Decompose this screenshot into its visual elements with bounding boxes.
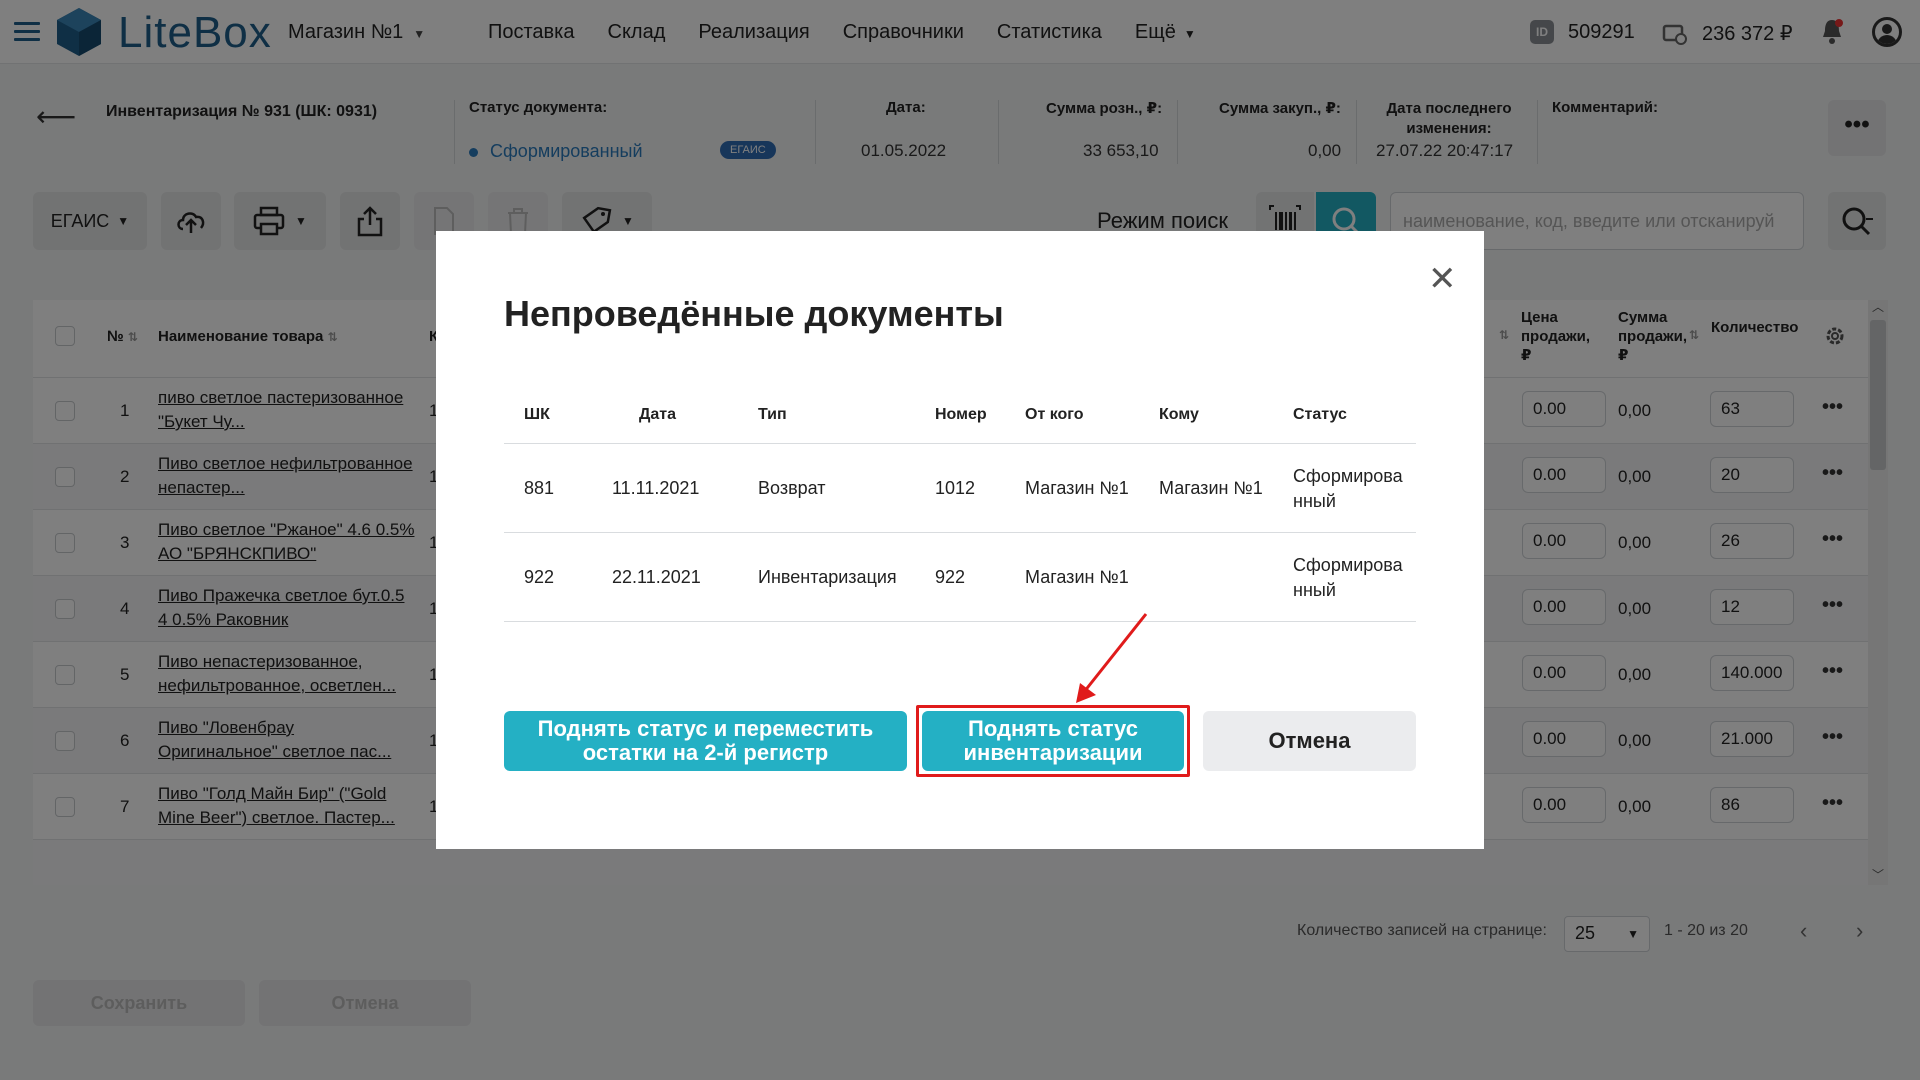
modal-header-shk: ШК — [524, 406, 550, 423]
highlight-box — [916, 705, 1190, 777]
button-label-line: остатки на 2-й регистр — [582, 740, 829, 765]
close-icon[interactable]: ✕ — [1428, 259, 1457, 299]
modal-cancel-button[interactable]: Отмена — [1203, 711, 1416, 771]
divider — [504, 532, 1416, 533]
doc-status-line: Сформирова — [1293, 466, 1403, 486]
doc-from: Магазин №1 — [1025, 478, 1129, 498]
doc-number: 1012 — [935, 478, 976, 498]
doc-to: Магазин №1 — [1159, 478, 1263, 498]
doc-status: Сформирова нный — [1293, 553, 1403, 603]
unposted-documents-modal: Непроведённые документы ✕ ШК Дата Тип Но… — [436, 231, 1484, 849]
modal-header-status: Статус — [1293, 406, 1347, 423]
doc-date: 22.11.2021 — [612, 567, 701, 587]
doc-shk: 881 — [524, 478, 555, 498]
modal-header-from: От кого — [1025, 406, 1084, 423]
doc-type: Инвентаризация — [758, 567, 897, 587]
modal-header-date: Дата — [639, 406, 677, 423]
doc-status-line: нный — [1293, 580, 1336, 600]
modal-title: Непроведённые документы — [504, 293, 1004, 334]
doc-date: 11.11.2021 — [612, 478, 700, 498]
doc-from: Магазин №1 — [1025, 567, 1129, 587]
divider — [504, 621, 1416, 622]
divider — [504, 443, 1416, 444]
doc-status-line: Сформирова — [1293, 555, 1403, 575]
doc-number: 922 — [935, 567, 966, 587]
button-label-line: Поднять статус и переместить — [537, 716, 874, 741]
doc-shk: 922 — [524, 567, 555, 587]
modal-header-to: Кому — [1159, 406, 1199, 423]
doc-type: Возврат — [758, 478, 826, 498]
raise-status-move-button[interactable]: Поднять статус и переместить остатки на 2… — [504, 711, 907, 771]
doc-status-line: нный — [1293, 491, 1336, 511]
doc-status: Сформирова нный — [1293, 464, 1403, 514]
modal-header-type: Тип — [758, 406, 787, 423]
modal-header-number: Номер — [935, 406, 987, 423]
